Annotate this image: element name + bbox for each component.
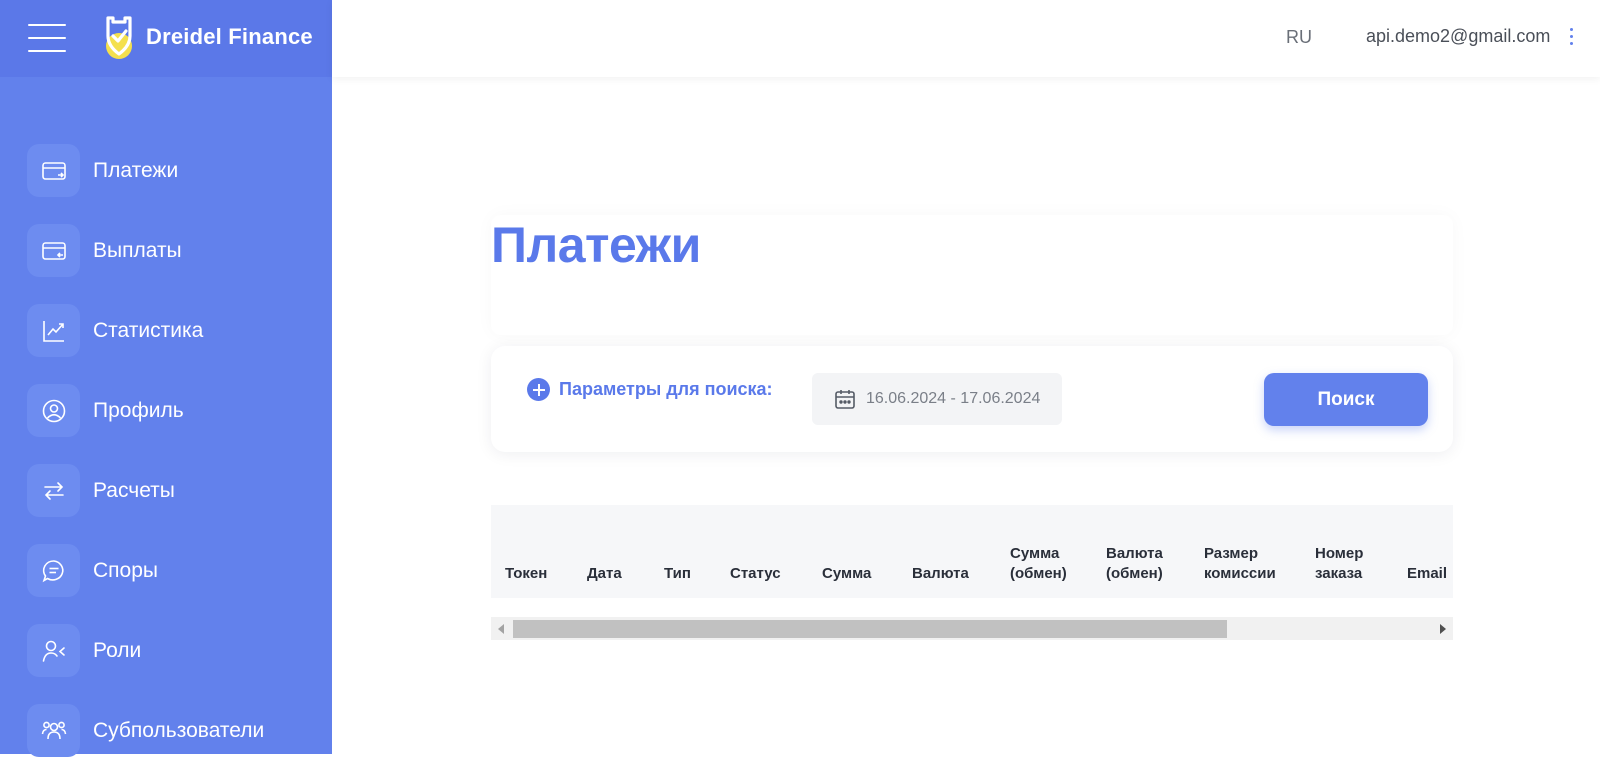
arrows-exchange-icon — [27, 464, 80, 517]
brand-logo[interactable]: Dreidel Finance — [102, 12, 313, 62]
column-header-commission[interactable]: Размер комиссии — [1204, 544, 1276, 584]
chart-line-icon — [27, 304, 80, 357]
column-header-token[interactable]: Токен — [505, 564, 547, 584]
add-search-params-button[interactable]: Параметры для поиска: — [527, 378, 773, 401]
sidebar-item-label: Роли — [93, 639, 142, 662]
sidebar-item-label: Профиль — [93, 399, 184, 422]
column-header-date[interactable]: Дата — [587, 564, 622, 584]
sidebar-item-label: Выплаты — [93, 239, 182, 262]
sidebar-item-profile[interactable]: Профиль — [0, 384, 332, 438]
sidebar-item-label: Статистика — [93, 319, 204, 342]
sidebar-item-subusers[interactable]: Субпользователи — [0, 704, 332, 758]
user-email[interactable]: api.demo2@gmail.com — [1366, 26, 1550, 47]
table-header: Токен Дата Тип Статус Сумма Валюта Сумма… — [491, 505, 1453, 598]
date-range-value: 16.06.2024 - 17.06.2024 — [866, 390, 1041, 407]
sidebar-item-disputes[interactable]: Споры — [0, 544, 332, 598]
column-header-amount[interactable]: Сумма — [822, 564, 871, 584]
date-range-picker[interactable]: 16.06.2024 - 17.06.2024 — [812, 373, 1062, 425]
brand-name: Dreidel Finance — [146, 24, 313, 49]
calendar-icon — [835, 390, 855, 409]
sidebar-item-label: Споры — [93, 559, 158, 582]
column-header-status[interactable]: Статус — [730, 564, 781, 584]
card-out-icon — [27, 224, 80, 277]
plus-circle-icon — [527, 378, 550, 401]
sidebar: Dreidel Finance Платежи Выплаты Статисти… — [0, 0, 332, 757]
language-switcher[interactable]: RU — [1286, 27, 1312, 48]
hamburger-menu-icon[interactable] — [28, 24, 66, 52]
sidebar-item-statistics[interactable]: Статистика — [0, 304, 332, 358]
sidebar-item-label: Расчеты — [93, 479, 175, 502]
sidebar-item-payments[interactable]: Платежи — [0, 144, 332, 198]
column-header-email[interactable]: Email — [1407, 564, 1447, 584]
sidebar-item-label: Платежи — [93, 159, 179, 182]
user-circle-icon — [27, 384, 80, 437]
kebab-menu-icon[interactable] — [1568, 28, 1576, 48]
page-title: Платежи — [491, 217, 701, 273]
sidebar-nav: Платежи Выплаты Статистика Профиль Расче… — [0, 144, 332, 784]
scroll-left-arrow-icon[interactable] — [498, 624, 504, 634]
top-bar: RU api.demo2@gmail.com — [332, 0, 1600, 77]
column-header-exchange-amount[interactable]: Сумма (обмен) — [1010, 544, 1067, 584]
sidebar-header: Dreidel Finance — [0, 0, 332, 77]
sidebar-item-label: Субпользователи — [93, 719, 265, 742]
search-button[interactable]: Поиск — [1264, 373, 1428, 426]
payments-table: Токен Дата Тип Статус Сумма Валюта Сумма… — [491, 505, 1453, 640]
users-group-icon — [27, 704, 80, 757]
chat-bubble-icon — [27, 544, 80, 597]
column-header-currency[interactable]: Валюта — [912, 564, 969, 584]
column-header-order-number[interactable]: Номер заказа — [1315, 544, 1363, 584]
horizontal-scrollbar[interactable] — [491, 617, 1453, 640]
filter-panel: Параметры для поиска: 16.06.2024 - 17.06… — [491, 346, 1453, 452]
column-header-exchange-currency[interactable]: Валюта (обмен) — [1106, 544, 1163, 584]
card-in-icon — [27, 144, 80, 197]
add-search-params-label: Параметры для поиска: — [559, 379, 773, 399]
scroll-right-arrow-icon[interactable] — [1440, 624, 1446, 634]
scrollbar-thumb[interactable] — [513, 620, 1227, 638]
sidebar-item-settlements[interactable]: Расчеты — [0, 464, 332, 518]
sidebar-item-payouts[interactable]: Выплаты — [0, 224, 332, 278]
shield-check-icon — [102, 12, 136, 62]
column-header-type[interactable]: Тип — [664, 564, 691, 584]
user-roles-icon — [27, 624, 80, 677]
sidebar-item-roles[interactable]: Роли — [0, 624, 332, 678]
